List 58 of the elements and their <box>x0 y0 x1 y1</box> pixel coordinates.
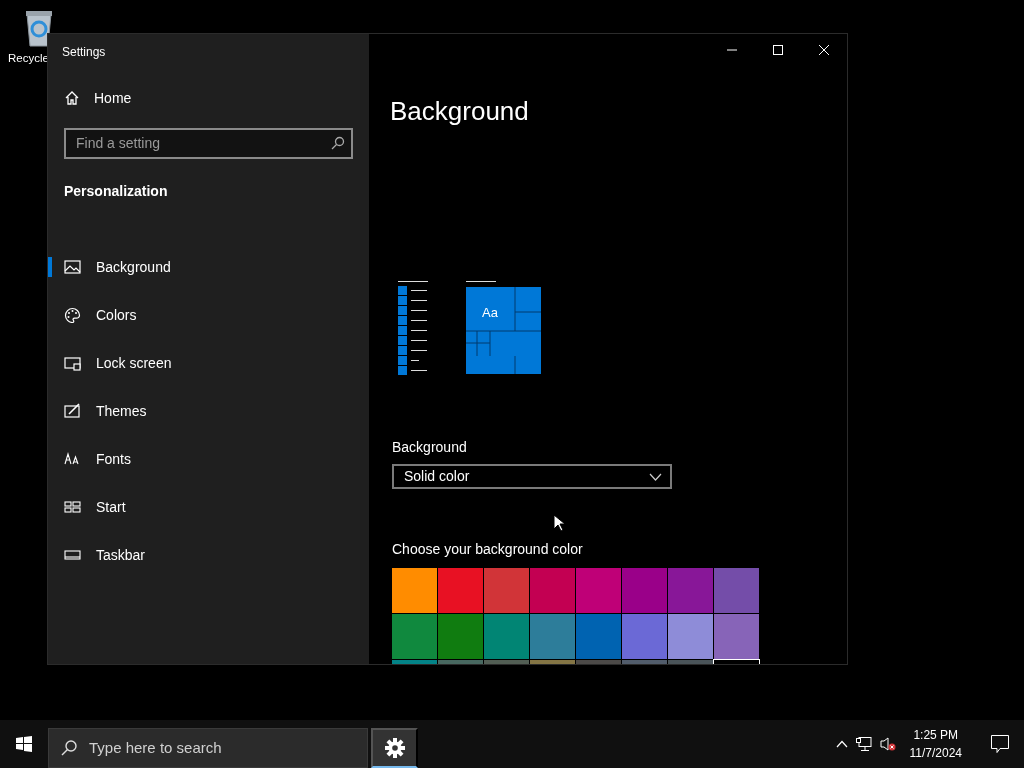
network-icon[interactable] <box>855 737 872 751</box>
sidebar-item[interactable]: Taskbar <box>48 531 369 579</box>
taskbar-search-field[interactable]: Type here to search <box>48 728 368 768</box>
taskbar-icon <box>64 547 81 563</box>
taskbar-app-button[interactable] <box>371 728 418 768</box>
color-swatch[interactable] <box>622 568 667 613</box>
color-swatch[interactable] <box>392 568 437 613</box>
color-swatch[interactable] <box>668 614 713 659</box>
home-link[interactable]: Home <box>48 74 369 122</box>
gear-icon <box>384 738 405 758</box>
background-dropdown[interactable]: Solid color <box>392 464 672 489</box>
muted-volume-icon[interactable] <box>879 737 896 751</box>
lock-screen-icon <box>64 355 81 371</box>
brush-icon <box>64 403 81 419</box>
clock-time: 1:25 PM <box>913 727 959 744</box>
home-icon <box>64 90 80 106</box>
page-title: Background <box>389 95 530 128</box>
color-swatch[interactable] <box>530 614 575 659</box>
color-swatch[interactable] <box>438 568 483 613</box>
section-label: Choose your background color <box>391 540 584 559</box>
notification-icon[interactable] <box>991 735 1009 753</box>
tile-text: Aa <box>482 306 498 319</box>
color-swatch[interactable] <box>714 614 759 659</box>
palette-icon <box>64 307 81 323</box>
field-label: Background <box>391 438 468 457</box>
search-field[interactable]: Find a setting <box>64 128 353 159</box>
sidebar-item[interactable]: Fonts <box>48 435 369 483</box>
sidebar-item[interactable]: Colors <box>48 291 369 339</box>
color-swatch[interactable] <box>622 614 667 659</box>
color-swatch[interactable] <box>484 568 529 613</box>
windows-start-icon[interactable] <box>16 736 32 752</box>
chevron-down-icon <box>649 472 662 481</box>
color-swatch[interactable] <box>576 614 621 659</box>
color-swatch[interactable] <box>530 568 575 613</box>
window-title: Settings <box>61 44 107 61</box>
maximize-button[interactable] <box>772 45 784 55</box>
search-icon <box>60 739 78 757</box>
font-icon <box>64 451 81 467</box>
tiles-icon <box>64 499 81 515</box>
color-swatch[interactable] <box>438 614 483 659</box>
clock-date: 11/7/2024 <box>909 745 962 762</box>
icon-label: Recycle <box>8 51 49 66</box>
close-button[interactable] <box>818 45 830 55</box>
sidebar-item[interactable]: Start <box>48 483 369 531</box>
chevron-up-icon[interactable] <box>835 740 848 748</box>
sidebar-item[interactable]: Themes <box>48 387 369 435</box>
section-heading: Personalization <box>63 182 169 201</box>
color-swatch[interactable] <box>484 614 529 659</box>
color-swatch[interactable] <box>668 568 713 613</box>
sidebar-item[interactable]: Background <box>48 243 369 291</box>
mouse-pointer-icon <box>553 514 565 532</box>
search-icon <box>331 136 345 150</box>
clock[interactable]: 1:25 PM 11/7/2024 <box>903 726 968 762</box>
color-swatch[interactable] <box>576 568 621 613</box>
color-swatch[interactable] <box>714 568 759 613</box>
color-swatch[interactable] <box>392 614 437 659</box>
sidebar-item[interactable]: Lock screen <box>48 339 369 387</box>
picture-icon <box>64 259 81 275</box>
